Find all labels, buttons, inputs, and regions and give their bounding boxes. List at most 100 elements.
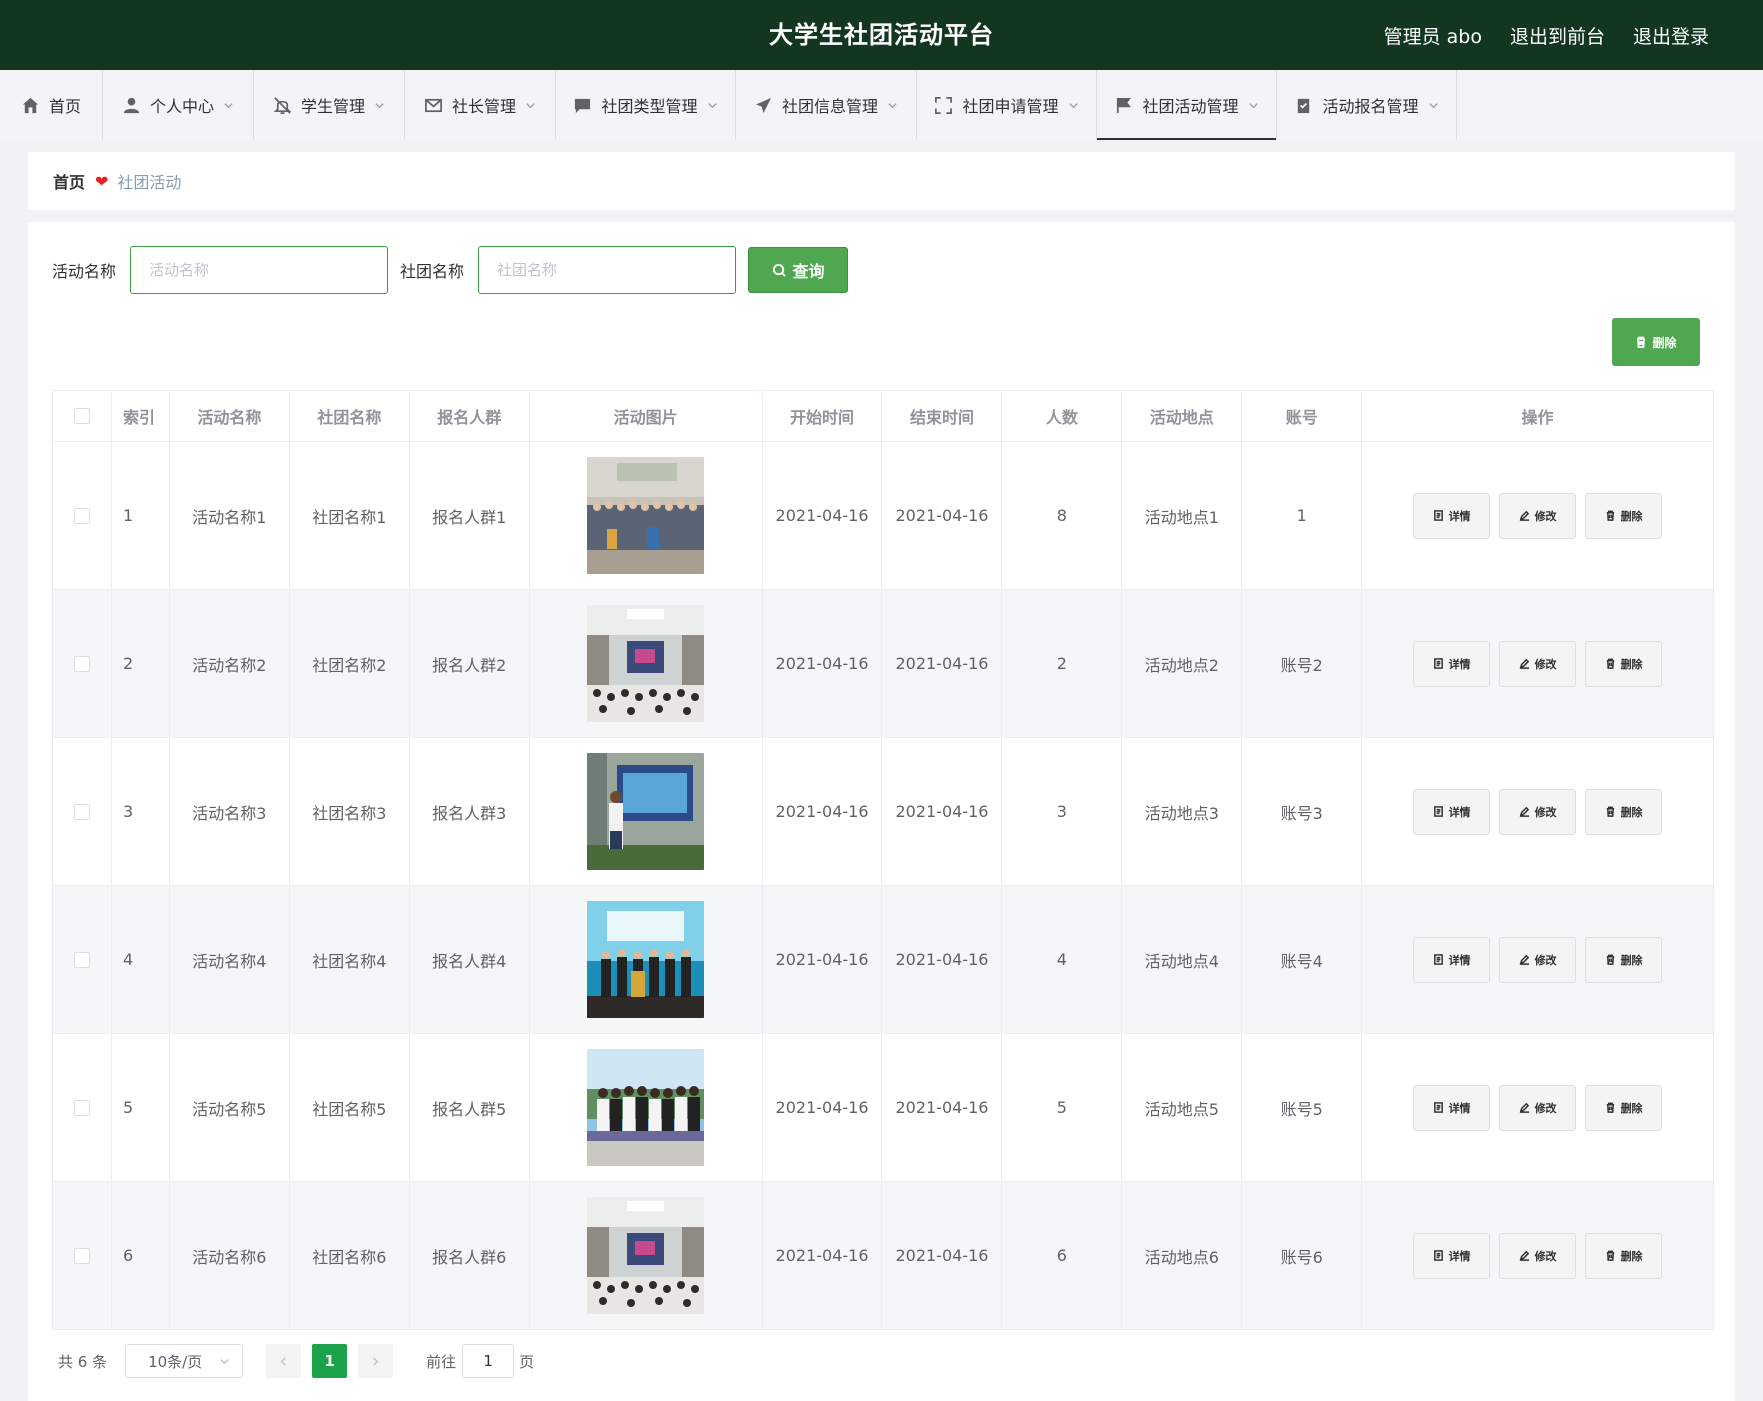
logout-link[interactable]: 退出登录 bbox=[1633, 22, 1709, 49]
trash-icon bbox=[1606, 806, 1614, 817]
cell-club-name: 社团名称5 bbox=[290, 1034, 410, 1181]
row-checkbox-cell bbox=[53, 738, 112, 885]
edit-label: 修改 bbox=[1534, 1101, 1557, 1115]
detail-button[interactable]: 详情 bbox=[1413, 1232, 1491, 1279]
cell-index: 6 bbox=[112, 1182, 170, 1329]
document-icon bbox=[1433, 1102, 1443, 1113]
nav-item-home[interactable]: 首页 bbox=[0, 70, 103, 140]
column-header: 活动名称 bbox=[170, 391, 290, 441]
activity-photo bbox=[587, 753, 705, 870]
goto-label: 前往 bbox=[426, 1352, 457, 1371]
page-number-active[interactable]: 1 bbox=[312, 1344, 348, 1378]
page-size-select[interactable]: 10条/页 bbox=[125, 1344, 244, 1378]
table-row: 5 活动名称5 社团名称5 报名人群5 2021-04-16 2021-04-16 5 活动地… bbox=[53, 1034, 1714, 1182]
cell-activity-name: 活动名称5 bbox=[170, 1034, 290, 1181]
delete-label: 删除 bbox=[1620, 953, 1643, 967]
delete-label: 删除 bbox=[1620, 657, 1643, 671]
nav-item-personal-center[interactable]: 个人中心 bbox=[103, 70, 254, 140]
delete-button[interactable]: 删除 bbox=[1585, 640, 1663, 687]
nav-item-student-management[interactable]: 学生管理 bbox=[254, 70, 405, 140]
detail-button[interactable]: 详情 bbox=[1413, 936, 1491, 983]
breadcrumb-home[interactable]: 首页 bbox=[53, 169, 85, 193]
row-checkbox[interactable] bbox=[73, 951, 90, 968]
edit-label: 修改 bbox=[1534, 657, 1557, 671]
trash-icon bbox=[1606, 1102, 1614, 1113]
cell-actions: 详情 修改 删除 bbox=[1362, 738, 1714, 885]
cell-start-time: 2021-04-16 bbox=[763, 1034, 883, 1181]
cell-activity-name: 活动名称3 bbox=[170, 738, 290, 885]
cell-count: 4 bbox=[1002, 886, 1123, 1033]
pencil-icon bbox=[1519, 806, 1529, 817]
nav-label: 首页 bbox=[48, 97, 81, 116]
chevron-down-icon bbox=[220, 1358, 229, 1364]
chevron-down-icon bbox=[888, 102, 897, 108]
cell-end-time: 2021-04-16 bbox=[882, 738, 1003, 885]
row-checkbox[interactable] bbox=[73, 1099, 90, 1116]
row-checkbox[interactable] bbox=[73, 1247, 90, 1264]
heart-icon: ❤ bbox=[95, 171, 109, 191]
chevron-left-icon bbox=[280, 1356, 286, 1366]
delete-button[interactable]: 删除 bbox=[1585, 1084, 1663, 1131]
cell-count: 3 bbox=[1002, 738, 1123, 885]
nav-item-club-type-management[interactable]: 社团类型管理 bbox=[556, 70, 736, 140]
edit-button[interactable]: 修改 bbox=[1499, 936, 1577, 983]
cell-account: 账号6 bbox=[1242, 1182, 1363, 1329]
cell-signup-crowd: 报名人群3 bbox=[410, 738, 530, 885]
edit-button[interactable]: 修改 bbox=[1499, 640, 1577, 687]
breadcrumb-current: 社团活动 bbox=[117, 173, 182, 192]
nav-item-president-management[interactable]: 社长管理 bbox=[405, 70, 556, 140]
cell-club-name: 社团名称2 bbox=[290, 590, 410, 737]
activity-name-input[interactable] bbox=[130, 246, 389, 294]
delete-button[interactable]: 删除 bbox=[1585, 1232, 1663, 1279]
delete-button[interactable]: 删除 bbox=[1585, 788, 1663, 835]
breadcrumb: 首页 ❤ 社团活动 bbox=[28, 152, 1735, 210]
chevron-down-icon bbox=[1428, 102, 1438, 108]
edit-button[interactable]: 修改 bbox=[1499, 492, 1577, 539]
column-header: 操作 bbox=[1362, 391, 1714, 441]
activity-photo bbox=[587, 901, 705, 1018]
cell-signup-crowd: 报名人群2 bbox=[410, 590, 530, 737]
row-checkbox[interactable] bbox=[73, 655, 90, 672]
detail-button[interactable]: 详情 bbox=[1413, 640, 1491, 687]
column-header: 社团名称 bbox=[290, 391, 410, 441]
edit-button[interactable]: 修改 bbox=[1499, 1084, 1577, 1131]
cell-actions: 详情 修改 删除 bbox=[1362, 886, 1714, 1033]
nav-item-club-info-management[interactable]: 社团信息管理 bbox=[736, 70, 917, 140]
row-checkbox[interactable] bbox=[73, 803, 90, 820]
document-icon bbox=[1433, 806, 1443, 817]
column-header: 结束时间 bbox=[882, 391, 1003, 441]
delete-button[interactable]: 删除 bbox=[1585, 492, 1663, 539]
nav-item-activity-signup-management[interactable]: 活动报名管理 bbox=[1277, 70, 1457, 140]
cell-activity-name: 活动名称4 bbox=[170, 886, 290, 1033]
cell-index: 4 bbox=[112, 886, 170, 1033]
row-checkbox-cell bbox=[53, 590, 112, 737]
detail-button[interactable]: 详情 bbox=[1413, 492, 1491, 539]
cell-activity-image bbox=[530, 738, 763, 885]
prev-page-button[interactable] bbox=[266, 1344, 302, 1378]
next-page-button[interactable] bbox=[358, 1344, 394, 1378]
detail-button[interactable]: 详情 bbox=[1413, 788, 1491, 835]
chevron-down-icon bbox=[707, 102, 717, 108]
total-count: 共 6 条 bbox=[58, 1352, 108, 1371]
trash-icon bbox=[1606, 510, 1614, 521]
nav-item-club-application-management[interactable]: 社团申请管理 bbox=[917, 70, 1097, 140]
nav-label: 活动报名管理 bbox=[1322, 97, 1419, 116]
edit-button[interactable]: 修改 bbox=[1499, 788, 1577, 835]
detail-button[interactable]: 详情 bbox=[1413, 1084, 1491, 1131]
delete-button[interactable]: 删除 bbox=[1585, 936, 1663, 983]
row-checkbox[interactable] bbox=[73, 507, 90, 524]
table-header-row: 索引 活动名称 社团名称 报名人群 活动图片 开始时间 结束时间 人数 活动地点… bbox=[53, 391, 1714, 442]
goto-page-input[interactable]: 1 bbox=[462, 1344, 515, 1378]
select-all-checkbox[interactable] bbox=[73, 408, 90, 424]
cell-club-name: 社团名称4 bbox=[290, 886, 410, 1033]
query-button[interactable]: 查询 bbox=[748, 247, 849, 293]
column-header: 报名人群 bbox=[410, 391, 530, 441]
edit-button[interactable]: 修改 bbox=[1499, 1232, 1577, 1279]
activity-name-label: 活动名称 bbox=[52, 262, 117, 281]
flag-icon bbox=[1117, 97, 1132, 113]
back-to-front-link[interactable]: 退出到前台 bbox=[1510, 22, 1605, 49]
activity-photo bbox=[587, 457, 705, 574]
club-name-input[interactable] bbox=[478, 246, 737, 294]
batch-delete-button[interactable]: 删除 bbox=[1612, 318, 1700, 366]
nav-item-club-activity-management[interactable]: 社团活动管理 bbox=[1097, 70, 1277, 140]
